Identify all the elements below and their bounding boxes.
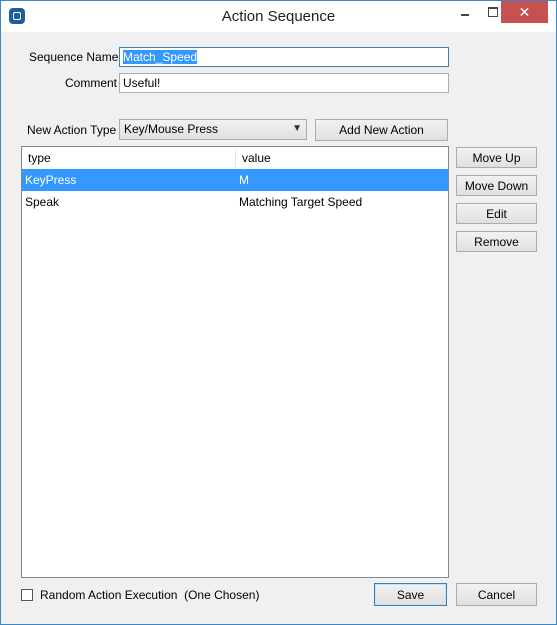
column-header-value[interactable]: value (236, 147, 448, 169)
list-item[interactable]: KeyPress M (22, 169, 448, 191)
column-header-type[interactable]: type (22, 147, 235, 169)
sequence-name-label: Sequence Name (29, 50, 119, 64)
edit-button[interactable]: Edit (456, 203, 537, 224)
comment-value: Useful! (123, 76, 161, 90)
list-item-type: KeyPress (25, 173, 77, 187)
sequence-name-field[interactable]: Match_Speed (119, 47, 449, 67)
move-down-button[interactable]: Move Down (456, 175, 537, 196)
close-icon[interactable]: ✕ (501, 1, 548, 23)
title-bar[interactable]: Action Sequence ✕ (1, 1, 556, 32)
chevron-down-icon: ▼ (292, 123, 302, 134)
sequence-name-value: Match_Speed (123, 50, 198, 64)
list-item-value: M (239, 173, 249, 187)
action-sequence-window: Action Sequence ✕ Sequence Name Match_Sp… (0, 0, 557, 625)
new-action-type-value: Key/Mouse Press (124, 122, 219, 136)
comment-field[interactable]: Useful! (119, 73, 449, 93)
list-item-value: Matching Target Speed (239, 195, 363, 209)
new-action-type-select[interactable]: Key/Mouse Press ▼ (119, 119, 307, 140)
cancel-button[interactable]: Cancel (456, 583, 537, 606)
action-list[interactable]: type value KeyPress M Speak Matching Tar… (21, 146, 449, 578)
remove-button[interactable]: Remove (456, 231, 537, 252)
add-new-action-button[interactable]: Add New Action (315, 119, 448, 141)
minimize-icon[interactable] (451, 1, 479, 23)
list-item[interactable]: Speak Matching Target Speed (22, 191, 448, 213)
save-button[interactable]: Save (374, 583, 447, 606)
list-header: type value (22, 147, 448, 170)
new-action-type-label: New Action Type (27, 123, 117, 137)
move-up-button[interactable]: Move Up (456, 147, 537, 168)
random-action-label[interactable]: Random Action Execution (One Chosen) (40, 588, 259, 602)
list-item-type: Speak (25, 195, 60, 209)
random-action-checkbox[interactable] (21, 589, 33, 601)
comment-label: Comment (65, 76, 118, 90)
